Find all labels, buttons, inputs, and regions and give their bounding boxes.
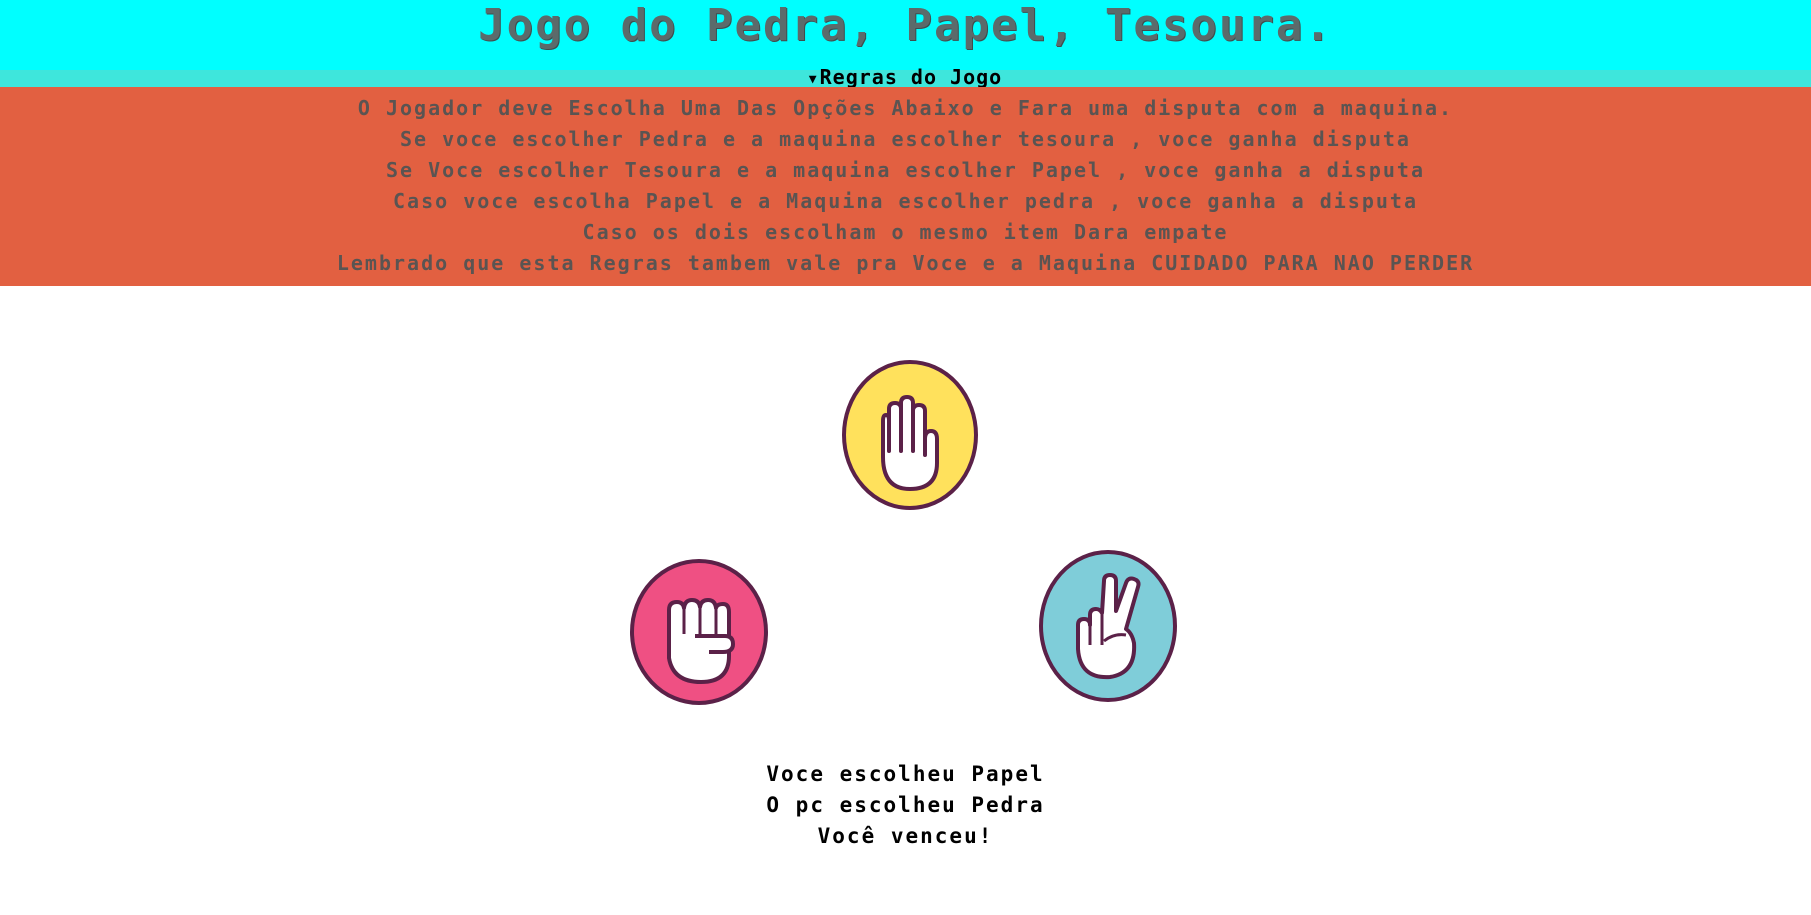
paper-button[interactable] bbox=[841, 359, 979, 511]
rule-line: O Jogador deve Escolha Uma Das Opções Ab… bbox=[357, 96, 1454, 120]
open-hand-icon bbox=[842, 360, 978, 510]
rule-line: Lembrado que esta Regras tambem vale pra… bbox=[336, 251, 1475, 275]
rule-line: Caso voce escolha Papel e a Maquina esco… bbox=[393, 189, 1418, 213]
player-choice-text: Voce escolheu Papel bbox=[766, 762, 1045, 786]
page: Jogo do Pedra, Papel, Tesoura. ▼ Regras d… bbox=[0, 0, 1811, 915]
rules-summary-label: Regras do Jogo bbox=[819, 65, 1003, 89]
rule-line: Se Voce escolher Tesoura e a maquina esc… bbox=[385, 158, 1426, 182]
rock-button[interactable] bbox=[629, 558, 769, 706]
peace-hand-icon bbox=[1039, 550, 1177, 702]
rules-panel: O Jogador deve Escolha Uma Das Opções Ab… bbox=[0, 87, 1811, 286]
outcome-text: Você venceu! bbox=[817, 824, 994, 848]
fist-icon bbox=[630, 559, 768, 705]
triangle-down-icon: ▼ bbox=[808, 72, 818, 87]
rule-line: Caso os dois escolham o mesmo item Dara … bbox=[582, 220, 1229, 244]
result-panel: Voce escolheu Papel O pc escolheu Pedra … bbox=[0, 759, 1811, 852]
page-title: Jogo do Pedra, Papel, Tesoura. bbox=[478, 0, 1333, 51]
pc-choice-text: O pc escolheu Pedra bbox=[766, 793, 1045, 817]
rule-line: Se voce escolher Pedra e a maquina escol… bbox=[400, 127, 1411, 151]
scissors-button[interactable] bbox=[1038, 549, 1178, 703]
header: Jogo do Pedra, Papel, Tesoura. bbox=[0, 0, 1811, 70]
